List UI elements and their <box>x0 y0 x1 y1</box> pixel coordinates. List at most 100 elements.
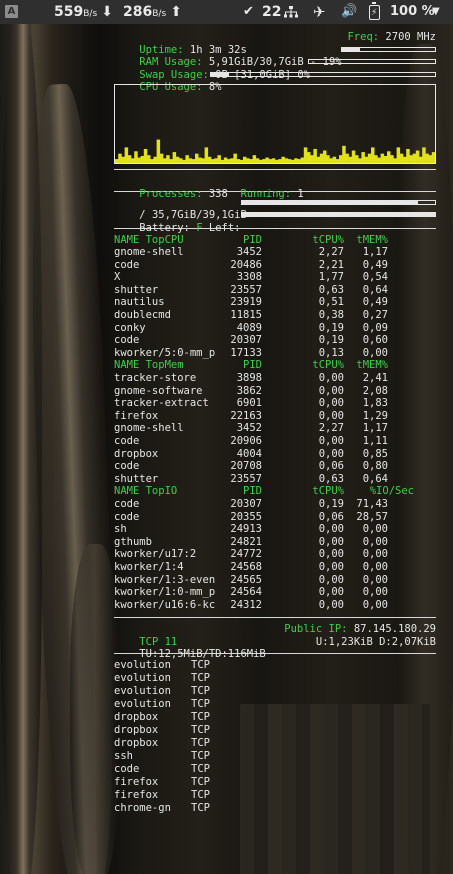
app-indicator-icon[interactable]: A <box>5 5 18 18</box>
download-speed[interactable]: 559B/s ⬇ <box>54 0 113 24</box>
process-cpu: 0,19 <box>318 497 344 510</box>
top-cpu-row: code 20307 0,19 0,60 <box>114 334 436 347</box>
divider <box>114 169 436 170</box>
volume-icon[interactable]: 🔊 <box>341 0 357 24</box>
airplane-icon[interactable]: ✈ <box>313 0 326 24</box>
process-mem: 0,00 <box>362 346 388 359</box>
process-cpu: 2,27 <box>318 422 344 435</box>
connection-process: evolution <box>114 685 171 698</box>
public-ip-label: Public IP: <box>284 623 348 636</box>
cpu-graph-bar <box>278 159 282 163</box>
top-cpu-row: conky 4089 0,19 0,09 <box>114 322 436 335</box>
top-mem-header-cpu: tCPU% <box>312 359 344 372</box>
process-cpu: 0,19 <box>318 321 344 334</box>
top-io-header-pid: PID <box>243 485 262 498</box>
freq-label: Freq: <box>347 31 380 43</box>
process-cpu: 0,51 <box>318 296 344 309</box>
top-mem-row: tracker-store 3898 0,00 2,41 <box>114 372 436 385</box>
process-io: 0,00 <box>362 548 388 561</box>
battery-percent[interactable]: 100 % <box>390 0 435 24</box>
process-pid: 3452 <box>236 422 262 435</box>
cpu-graph-bar <box>239 159 244 163</box>
network-icon[interactable] <box>284 6 298 18</box>
process-cpu: 0,38 <box>318 309 344 322</box>
connection-row: firefox TCP <box>114 776 436 789</box>
top-panel: A 559B/s ⬇ 286B/s ⬆ ✔ 22 ✈ 🔊 ⚡ 100 % ▼ <box>0 0 453 24</box>
top-io-row: kworker/1:4 24568 0,00 0,00 <box>114 561 436 574</box>
cpu-graph-bar <box>124 147 129 163</box>
updates-count[interactable]: 22 <box>262 0 281 24</box>
top-cpu-header-pid: PID <box>243 233 262 246</box>
cpu-graph-bar <box>159 153 164 163</box>
upload-speed[interactable]: 286B/s ⬆ <box>123 0 182 24</box>
process-cpu: 2,27 <box>318 246 344 259</box>
process-pid: 23919 <box>230 296 262 309</box>
top-io-row: kworker/1:0-mm_p 24564 0,00 0,00 <box>114 586 436 599</box>
cpu-graph-bar <box>265 157 269 163</box>
cpu-graph-bar <box>307 152 311 163</box>
process-cpu: 0,06 <box>318 460 344 473</box>
battery-left-label: Left: <box>208 221 241 234</box>
process-pid: 22163 <box>230 409 262 422</box>
process-mem: 0,54 <box>362 271 388 284</box>
process-io: 71,43 <box>356 497 388 510</box>
swap-usage-bar <box>308 59 436 64</box>
root-disk-row: / 35,7GiB/39,1GiB <box>114 197 436 221</box>
process-mem: 0,09 <box>362 321 388 334</box>
cpu-graph-bar <box>412 153 417 163</box>
root-disk-bar-fill <box>242 200 418 204</box>
process-name: gthumb <box>114 535 152 548</box>
process-name: gnome-software <box>114 384 203 397</box>
process-pid: 20708 <box>230 460 262 473</box>
top-io-row: kworker/u16:6-kc 24312 0,00 0,00 <box>114 599 436 612</box>
battery-charging-icon[interactable]: ⚡ <box>369 2 380 20</box>
top-mem-row: code 20906 0,00 1,11 <box>114 435 436 448</box>
battery-label: Battery: <box>139 221 190 234</box>
cpu-graph-bar <box>361 152 365 163</box>
cpu-graph-bar <box>143 148 148 163</box>
cpu-graph-bar <box>428 155 433 163</box>
top-io-row: code 20307 0,19 71,43 <box>114 498 436 511</box>
cpu-graph-bar <box>147 155 151 163</box>
process-mem: 0,80 <box>362 460 388 473</box>
cpu-graph-bar <box>249 159 253 163</box>
cpu-graph-bar <box>415 150 420 163</box>
process-pid: 17133 <box>230 346 262 359</box>
cpu-graph-bar <box>332 156 337 163</box>
swap-row: Swap Usage: 0B [31,0GiB] 0% <box>114 56 436 81</box>
process-mem: 0,60 <box>362 334 388 347</box>
top-cpu-header-name: NAME TopCPU <box>114 233 184 246</box>
public-ip-value: 87.145.180.29 <box>353 623 436 636</box>
connection-protocol: TCP <box>191 789 210 802</box>
cpu-graph-bar <box>207 156 212 163</box>
process-cpu: 0,00 <box>318 397 344 410</box>
cpu-graph-bar <box>163 158 167 163</box>
process-mem: 1,83 <box>362 397 388 410</box>
uptime-row: Uptime: 1h 3m 32s Freq: 2700 MHz <box>114 31 436 56</box>
process-mem: 2,41 <box>362 372 388 385</box>
top-cpu-row: doublecmd 11815 0,38 0,27 <box>114 309 436 322</box>
connection-process: chrome-gn <box>114 802 171 815</box>
cpu-graph-bar <box>339 155 343 163</box>
connection-process: firefox <box>114 776 159 789</box>
process-mem: 1,17 <box>362 422 388 435</box>
process-name: gnome-shell <box>114 246 184 259</box>
cpu-graph-bar <box>364 156 369 163</box>
process-cpu: 0,00 <box>318 409 344 422</box>
top-mem-row: tracker-extract 6901 0,00 1,83 <box>114 397 436 410</box>
process-tables: NAME TopCPU PID tCPU% tMEM% gnome-shell 3452 2… <box>114 234 436 612</box>
chevron-down-icon[interactable]: ▼ <box>432 0 440 24</box>
cpu-graph-bar <box>140 155 145 163</box>
top-io-header-name: NAME TopIO <box>114 485 178 498</box>
cpu-graph-bar <box>319 153 324 163</box>
conky-monitor: Uptime: 1h 3m 32s Freq: 2700 MHz RAM Usa… <box>114 31 436 815</box>
cpu-graph-bar <box>291 159 295 163</box>
process-mem: 0,49 <box>362 296 388 309</box>
process-io: 0,00 <box>362 523 388 536</box>
cpu-graph-bar <box>134 151 138 163</box>
battery-state: F <box>196 221 203 234</box>
process-cpu: 0,00 <box>318 384 344 397</box>
cpu-graph-bar <box>300 157 305 163</box>
top-cpu-row: X 3308 1,77 0,54 <box>114 271 436 284</box>
check-icon[interactable]: ✔ <box>243 0 254 24</box>
